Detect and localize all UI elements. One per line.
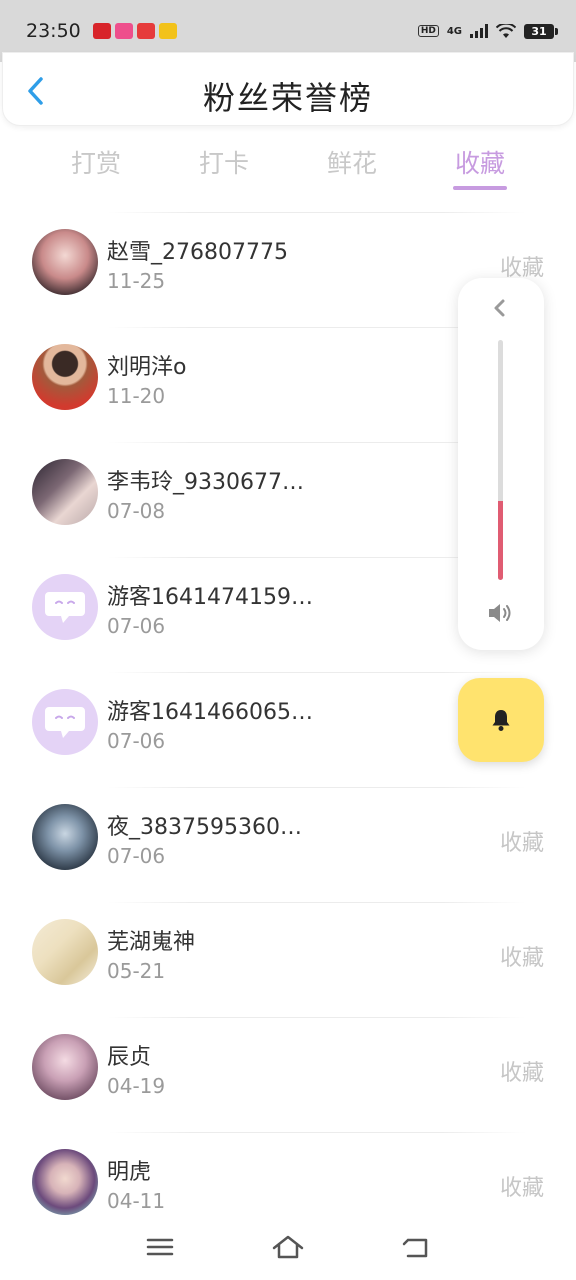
fan-date: 04-19 [107,1074,166,1098]
notification-icons [92,23,177,39]
home-icon[interactable] [270,1232,306,1262]
network-type: 4G [446,25,462,37]
tab-favorites[interactable]: 收藏 [430,144,530,180]
avatar [32,804,98,870]
speaker-icon[interactable] [486,600,516,626]
fan-date: 07-08 [107,499,166,523]
fan-date: 07-06 [107,614,166,638]
fan-name: 明虎 [107,1160,152,1185]
fan-date: 11-25 [107,269,166,293]
avatar [32,919,98,985]
back-icon[interactable] [398,1232,434,1262]
fan-name: 刘明洋o [107,355,187,380]
game-app-icon [158,23,177,39]
fan-date: 11-20 [107,384,166,408]
fan-date: 07-06 [107,844,166,868]
fan-name: 夜_3837595360… [107,815,302,840]
bell-button[interactable] [458,678,544,762]
tab-checkin[interactable]: 打卡 [174,144,274,180]
tab-flowers[interactable]: 鲜花 [302,144,402,180]
wifi-icon [496,23,516,38]
avatar [32,689,98,755]
video-app-icon [114,23,133,39]
news-app-icon [136,23,155,39]
guest-avatar-icon [45,592,85,623]
status-indicators: HD 4G 31 [417,23,558,39]
divider [108,672,526,673]
fan-name: 游客1641466065… [107,700,313,725]
divider [108,212,526,213]
avatar [32,1034,98,1100]
favorite-label: 收藏 [499,946,544,971]
fan-name: 辰贞 [107,1045,152,1070]
volume-slider[interactable] [498,340,503,580]
avatar [32,344,98,410]
menu-icon[interactable] [142,1232,178,1262]
hd-badge: HD [417,25,439,37]
list-item[interactable]: 芜湖嵬神 05-21 收藏 [0,902,576,1017]
system-nav-bar [0,1220,576,1280]
bell-icon [492,710,510,731]
fan-name: 李韦玲_9330677… [107,470,304,495]
page-title: 粉丝荣誉榜 [202,79,373,117]
app-notification-icon [92,23,111,39]
divider [108,902,526,903]
avatar [32,574,98,640]
favorite-label: 收藏 [499,831,544,856]
battery-indicator: 31 [524,23,558,39]
fan-date: 04-11 [107,1189,166,1213]
avatar [32,459,98,525]
favorite-label: 收藏 [499,1176,544,1201]
chevron-left-icon[interactable] [488,296,512,320]
divider [108,787,526,788]
active-tab-indicator [453,186,507,190]
divider [108,1017,526,1018]
list-item[interactable]: 夜_3837595360… 07-06 收藏 [0,787,576,902]
header: 粉丝荣誉榜 [2,52,574,126]
fan-name: 芜湖嵬神 [107,930,196,955]
divider [108,1132,526,1133]
fan-date: 05-21 [107,959,166,983]
guest-avatar-icon [45,707,85,738]
favorite-label: 收藏 [499,1061,544,1086]
signal-icon [470,24,488,38]
fan-name: 赵雪_276807775 [107,240,288,265]
fan-name: 游客1641474159… [107,585,313,610]
tab-reward[interactable]: 打赏 [46,144,146,180]
volume-level [498,500,503,580]
fan-date: 07-06 [107,729,166,753]
avatar [32,1149,98,1215]
volume-panel [458,278,544,650]
status-time: 23:50 [26,20,81,42]
list-item[interactable]: 辰贞 04-19 收藏 [0,1017,576,1132]
avatar [32,229,98,295]
